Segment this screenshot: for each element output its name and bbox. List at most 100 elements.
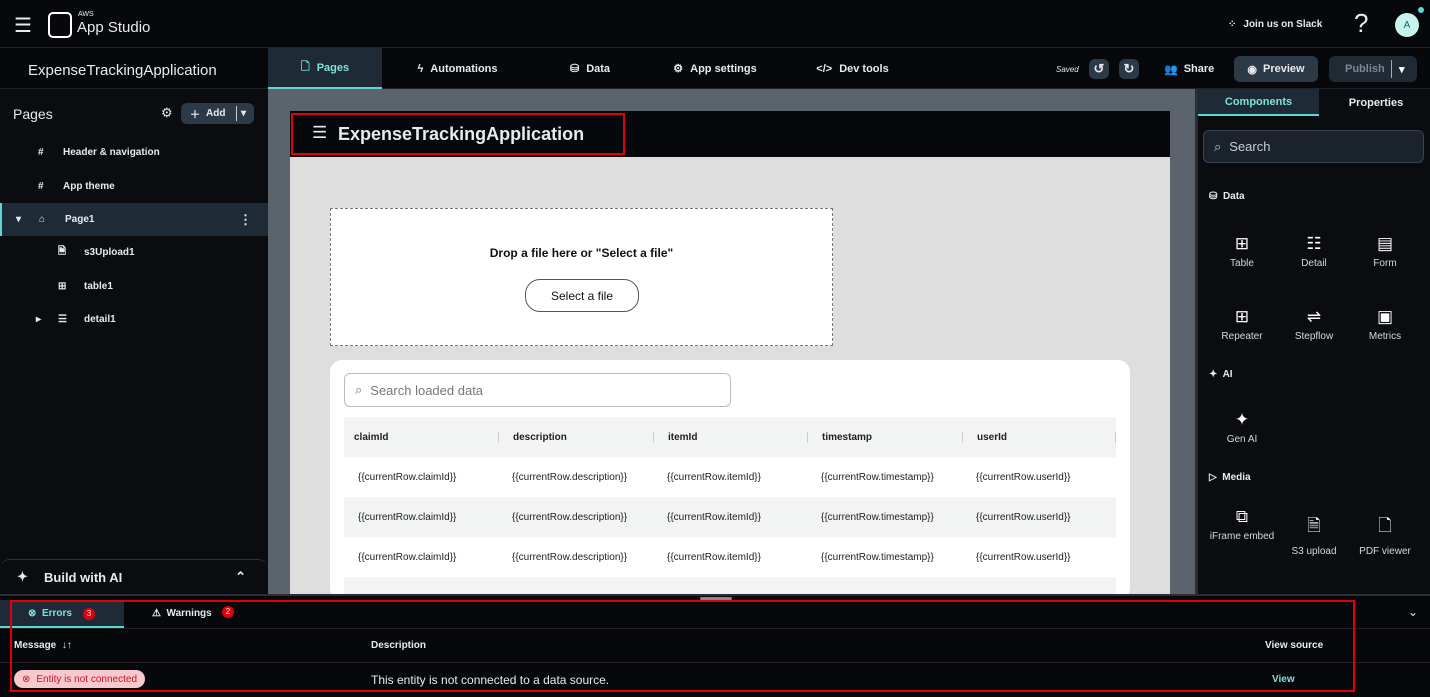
component-metrics[interactable]: ▣ Metrics [1350, 307, 1420, 342]
table-cell: {{currentRow.timestamp}} [821, 471, 934, 483]
menu-icon[interactable]: ☰ [14, 13, 32, 38]
add-page-button[interactable]: ＋ Add ▾ [181, 103, 254, 124]
tab-automations[interactable]: ϟ Automations [400, 48, 515, 89]
component-label: Detail [1301, 258, 1327, 269]
form-icon: ▤ [1376, 234, 1394, 253]
section-data: ⛁ Data [1209, 191, 1245, 202]
section-label: Data [1222, 191, 1245, 202]
hash-icon: # [38, 147, 44, 158]
sidebar-item-s3upload1[interactable]: 🗎 s3Upload1 [0, 236, 268, 269]
column-header[interactable]: userId [962, 431, 1116, 443]
component-s3-upload[interactable]: 🗎 S3 upload [1279, 513, 1349, 557]
caret-right-icon[interactable]: ▸ [36, 314, 58, 325]
component-gen-ai[interactable]: ✦ Gen AI [1207, 410, 1277, 445]
divider [1391, 60, 1392, 78]
drop-text: Drop a file here or "Select a file" [489, 246, 674, 260]
tab-app-settings[interactable]: ⚙ App settings [660, 48, 770, 89]
item-label: Page1 [65, 214, 95, 225]
chevron-up-icon[interactable]: ⌃ [235, 569, 246, 585]
app-header: ☰ ExpenseTrackingApplication [290, 111, 1170, 157]
table-cell: {{currentRow.claimId}} [358, 511, 457, 523]
sidebar-item-header-navigation[interactable]: # Header & navigation [0, 136, 268, 169]
pages-sidebar: Pages ⚙ ＋ Add ▾ # Header & navigation # App … [0, 89, 268, 594]
item-label: Header & navigation [63, 147, 160, 158]
caret-down-icon[interactable]: ▾ [16, 214, 39, 225]
section-ai: ✦ AI [1209, 369, 1233, 380]
table-row[interactable]: {{currentRow.claimId}} {{currentRow.descr… [344, 537, 1116, 577]
chevron-down-icon[interactable]: ▾ [1399, 63, 1405, 76]
share-label: Share [1183, 63, 1215, 75]
item-label: detail1 [84, 314, 116, 325]
issues-panel: ⊗ Errors 3 ⚠ Warnings 2 ⌄ Message ↓↑ Des… [0, 594, 1430, 697]
list-icon: ☰ [58, 314, 67, 325]
table-header-row: claimId description itemId timestamp use… [344, 417, 1116, 457]
slack-icon: ⁘ [1228, 19, 1237, 30]
tab-data[interactable]: ⛁ Data [550, 48, 630, 89]
sidebar-item-app-theme[interactable]: # App theme [0, 170, 268, 203]
gear-icon[interactable]: ⚙ [161, 105, 173, 121]
tab-pages[interactable]: 🗋 Pages [268, 48, 382, 89]
component-form[interactable]: ▤ Form [1350, 234, 1420, 269]
select-file-button[interactable]: Select a file [525, 279, 639, 312]
tab-dev-tools[interactable]: </> Dev tools [805, 48, 900, 89]
sidebar-item-table1[interactable]: ⊞ table1 [0, 270, 268, 303]
table-cell: {{currentRow.description}} [512, 471, 628, 483]
table-cell: {{currentRow.timestamp}} [821, 511, 934, 523]
undo-button[interactable]: ↺ [1089, 59, 1109, 79]
preview-label: Preview [1263, 63, 1305, 75]
component-detail[interactable]: ☷ Detail [1279, 234, 1349, 269]
list-icon: ☷ [1306, 234, 1322, 253]
component-label: Form [1373, 258, 1397, 269]
sidebar-item-page1[interactable]: ▾ ⌂ Page1 ⋮ [0, 203, 268, 236]
column-header[interactable]: itemId [653, 431, 807, 443]
database-icon: ⛁ [569, 63, 580, 75]
brand-name: App Studio [77, 19, 151, 36]
stepflow-icon: ⇌ [1306, 307, 1322, 326]
tab-label: Dev tools [839, 62, 889, 75]
column-header[interactable]: description [498, 431, 653, 443]
search-input[interactable]: ⌕ Search loaded data [344, 373, 731, 407]
file-dropzone[interactable]: Drop a file here or "Select a file" Sele… [330, 208, 833, 346]
hash-icon: # [38, 181, 44, 192]
collapse-chevron-icon[interactable]: ⌄ [1408, 605, 1418, 619]
component-pdf-viewer[interactable]: 🗋 PDF viewer [1350, 513, 1420, 557]
upload-file-icon: 🗎 [58, 246, 67, 257]
more-options-icon[interactable]: ⋮ [239, 212, 252, 228]
publish-label: Publish [1345, 63, 1385, 75]
redo-button[interactable]: ↻ [1119, 59, 1139, 79]
component-label: Stepflow [1294, 331, 1334, 342]
component-stepflow[interactable]: ⇌ Stepflow [1279, 307, 1349, 342]
status-dot [1418, 7, 1424, 13]
sidebar-item-detail1[interactable]: ▸ ☰ detail1 [0, 303, 268, 336]
table-row[interactable]: {{currentRow.claimId}} {{currentRow.descr… [344, 497, 1116, 537]
column-header[interactable]: claimId [344, 432, 498, 443]
publish-button[interactable]: Publish ▾ [1329, 56, 1417, 82]
component-iframe-embed[interactable]: ⧉ iFrame embed [1207, 507, 1277, 542]
component-table[interactable]: ⊞ Table [1207, 234, 1277, 269]
chevron-down-icon[interactable]: ▾ [241, 108, 246, 119]
table-row[interactable]: {{currentRow.claimId}} {{currentRow.descr… [344, 457, 1116, 497]
item-label: App theme [63, 181, 115, 192]
table-cell: {{currentRow.userId}} [976, 471, 1071, 483]
bolt-icon: ϟ [417, 62, 424, 75]
component-repeater[interactable]: ⊞ Repeater [1207, 307, 1277, 342]
gear-icon: ⚙ [673, 63, 684, 75]
search-placeholder: Search [1229, 139, 1271, 154]
tab-components[interactable]: Components [1198, 89, 1319, 116]
brand-small: AWS [78, 11, 94, 18]
help-icon[interactable]: ? [1354, 8, 1368, 39]
preview-button[interactable]: ◉ Preview [1234, 56, 1318, 82]
editor-toolbar: ExpenseTrackingApplication 🗋 Pages ϟ Autom… [0, 48, 1430, 89]
tab-properties[interactable]: Properties [1319, 89, 1430, 116]
data-table: ⌕ Search loaded data claimId description … [330, 360, 1130, 600]
build-with-ai-panel[interactable]: ✦ Build with AI ⌃ [0, 559, 268, 594]
section-label: Media [1222, 472, 1251, 483]
home-icon: ⌂ [39, 214, 46, 225]
component-label: iFrame embed [1209, 531, 1275, 542]
avatar[interactable]: A [1395, 13, 1419, 37]
column-header[interactable]: timestamp [807, 431, 962, 443]
slack-link[interactable]: ⁘ Join us on Slack [1228, 19, 1322, 30]
component-search-input[interactable]: ⌕ Search [1203, 130, 1424, 163]
menu-icon[interactable]: ☰ [312, 123, 327, 143]
share-button[interactable]: 👥 Share [1164, 63, 1214, 76]
